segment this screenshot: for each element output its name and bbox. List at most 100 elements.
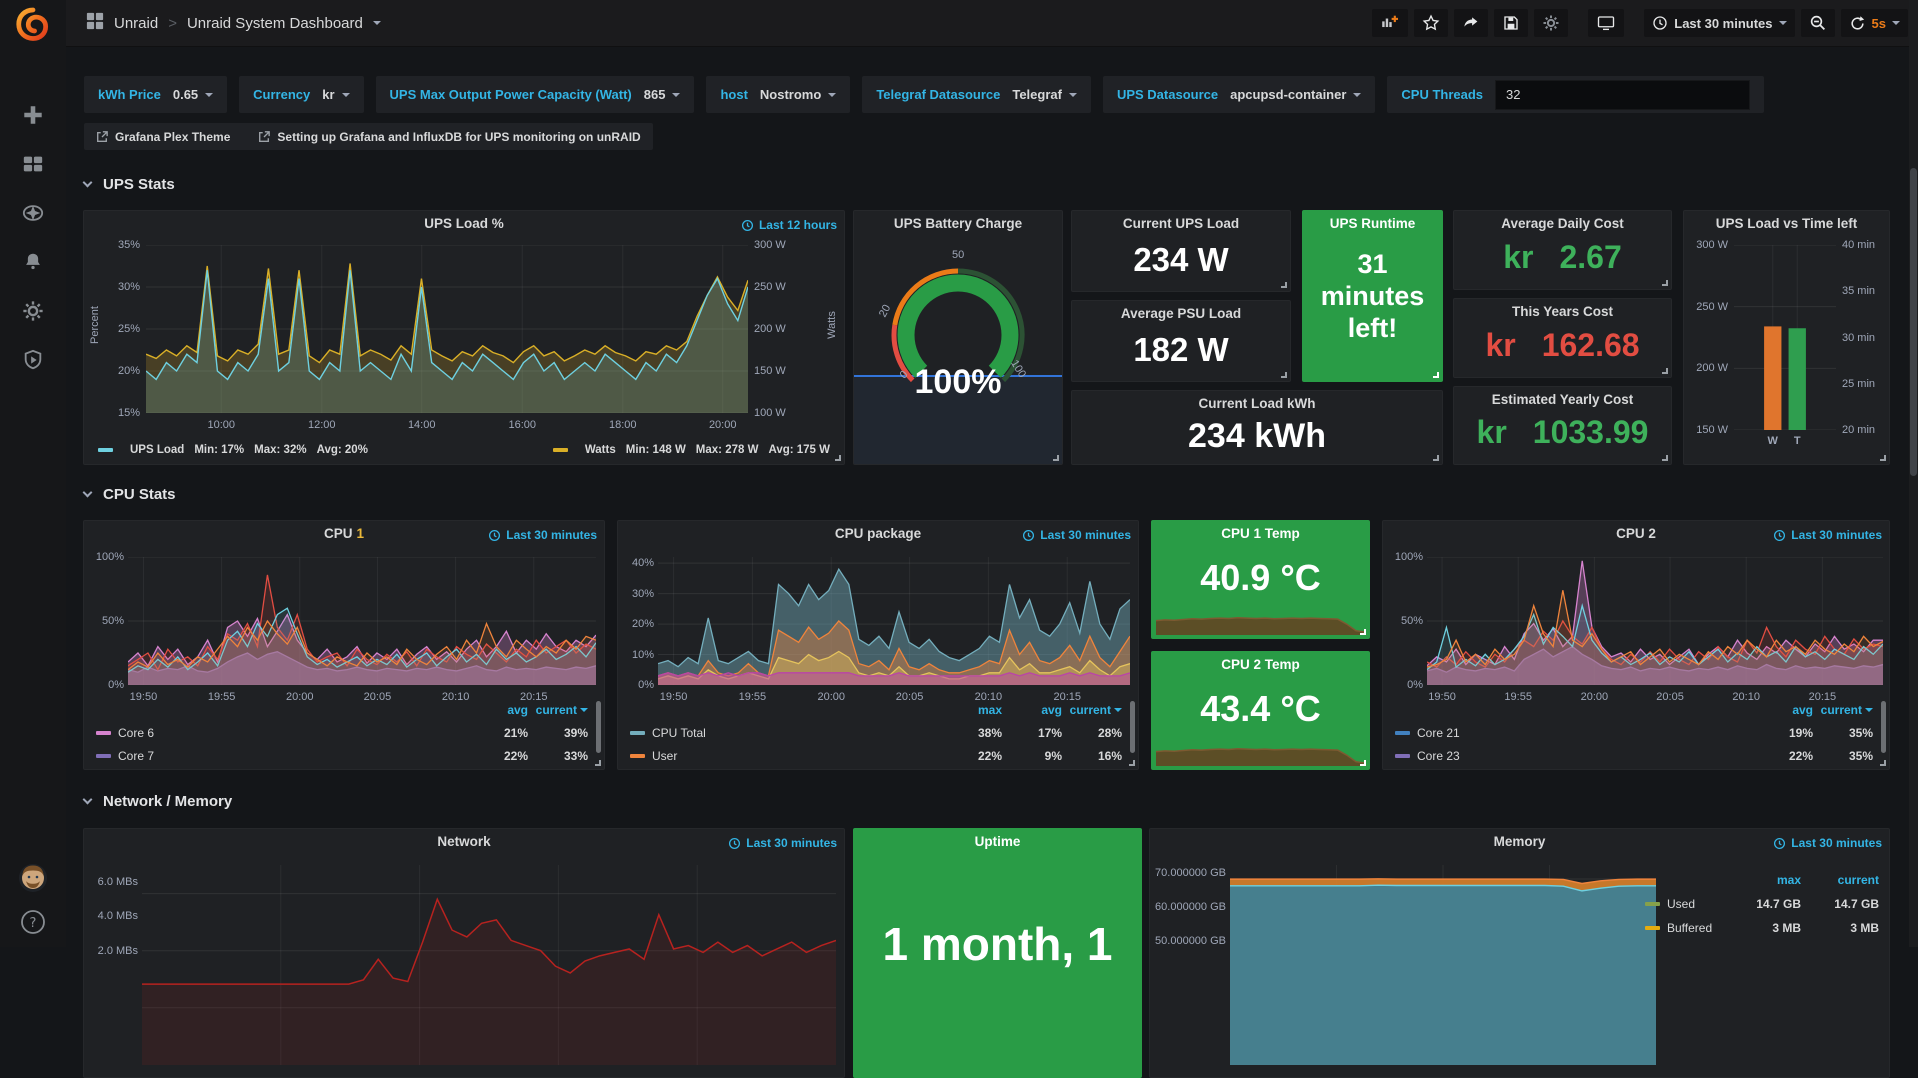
- zoom-out-time-button[interactable]: [1801, 9, 1835, 37]
- panel-timerange-link[interactable]: Last 30 minutes: [1022, 528, 1131, 542]
- variable-value-dropdown[interactable]: apcupsd-container: [1230, 87, 1361, 102]
- network-chart[interactable]: [142, 865, 836, 1065]
- panel-resize-handle[interactable]: [1880, 455, 1886, 461]
- cpu-threads-input[interactable]: [1495, 80, 1750, 110]
- time-range-picker[interactable]: Last 30 minutes: [1644, 9, 1794, 37]
- panel-resize-handle[interactable]: [1360, 629, 1366, 635]
- panel-resize-handle[interactable]: [835, 455, 841, 461]
- cycle-view-mode-button[interactable]: [1588, 9, 1624, 37]
- page-scrollbar-thumb[interactable]: [1910, 168, 1917, 476]
- legend-scrollbar[interactable]: [596, 701, 601, 753]
- legend-series-name[interactable]: Core 23: [1417, 749, 1460, 763]
- legend-swatch[interactable]: [96, 731, 111, 735]
- legend-series-name[interactable]: User: [652, 749, 677, 763]
- variable-value-dropdown[interactable]: Nostromo: [760, 87, 836, 102]
- panel-resize-handle[interactable]: [1662, 280, 1668, 286]
- page-title[interactable]: Unraid System Dashboard: [187, 15, 363, 32]
- panel-resize-handle[interactable]: [1129, 760, 1135, 766]
- server-admin-shield-icon[interactable]: [22, 349, 44, 371]
- link-grafana-plex-theme[interactable]: Grafana Plex Theme: [96, 130, 230, 144]
- panel-resize-handle[interactable]: [1053, 455, 1059, 461]
- panel-timerange-link[interactable]: Last 12 hours: [741, 218, 837, 232]
- refresh-interval-label[interactable]: 5s: [1872, 16, 1886, 31]
- link-ups-monitoring-guide[interactable]: Setting up Grafana and InfluxDB for UPS …: [258, 130, 640, 144]
- configuration-gear-icon[interactable]: [22, 300, 44, 322]
- legend-series-name[interactable]: Buffered: [1667, 921, 1712, 935]
- grafana-logo[interactable]: [14, 6, 52, 44]
- legend-sort-max[interactable]: max: [1723, 873, 1801, 887]
- legend-series-name[interactable]: Core 21: [1417, 726, 1460, 740]
- panel-resize-handle[interactable]: [1360, 760, 1366, 766]
- user-avatar[interactable]: [18, 863, 48, 893]
- legend-swatch[interactable]: [630, 731, 645, 735]
- legend-series-name[interactable]: Core 7: [118, 749, 154, 763]
- ups-load-chart[interactable]: [146, 245, 748, 413]
- dashboards-icon[interactable]: [22, 153, 44, 175]
- legend-series-name[interactable]: CPU Total: [652, 726, 706, 740]
- panel-resize-handle[interactable]: [1281, 282, 1287, 288]
- legend-swatch[interactable]: [96, 754, 111, 758]
- cpu2-chart[interactable]: [1427, 557, 1883, 685]
- legend-sort-current[interactable]: current: [1062, 703, 1122, 717]
- variable-value-dropdown[interactable]: 0.65: [173, 87, 213, 102]
- variable-value-dropdown[interactable]: kr: [322, 87, 349, 102]
- panel-title[interactable]: Estimated Yearly Cost: [1454, 392, 1671, 407]
- legend-series-watts[interactable]: Watts Min: 148 W Max: 278 W Avg: 175 W: [553, 444, 830, 456]
- dashboard-picker-caret-icon[interactable]: [373, 21, 381, 25]
- legend-sort-avg[interactable]: avg: [1753, 703, 1813, 717]
- panel-timerange-link[interactable]: Last 30 minutes: [728, 836, 837, 850]
- legend-series-ups-load[interactable]: UPS Load Min: 17% Max: 32% Avg: 20%: [98, 444, 368, 456]
- row-header-ups-stats[interactable]: UPS Stats: [84, 176, 175, 193]
- create-icon[interactable]: [22, 104, 44, 126]
- panel-resize-handle[interactable]: [1662, 455, 1668, 461]
- legend-scrollbar[interactable]: [1881, 701, 1886, 753]
- legend-series-name[interactable]: Used: [1667, 897, 1695, 911]
- share-dashboard-button[interactable]: [1454, 9, 1488, 37]
- panel-title[interactable]: Uptime: [854, 834, 1141, 849]
- legend-sort-avg[interactable]: avg: [1002, 703, 1062, 717]
- legend-swatch[interactable]: [1645, 926, 1660, 930]
- panel-resize-handle[interactable]: [1433, 455, 1439, 461]
- panel-title[interactable]: This Years Cost: [1454, 304, 1671, 319]
- panel-resize-handle[interactable]: [595, 760, 601, 766]
- legend-scrollbar[interactable]: [1130, 701, 1135, 753]
- refresh-button[interactable]: 5s: [1841, 9, 1908, 37]
- panel-title[interactable]: UPS Battery Charge: [854, 216, 1062, 231]
- dashboard-settings-button[interactable]: [1534, 9, 1568, 37]
- panel-title[interactable]: UPS Load vs Time left: [1684, 216, 1889, 231]
- panel-title[interactable]: Current UPS Load: [1072, 216, 1290, 231]
- legend-swatch[interactable]: [1645, 902, 1660, 906]
- legend-sort-current[interactable]: current: [1801, 873, 1879, 887]
- legend-swatch[interactable]: [1395, 731, 1410, 735]
- refresh-interval-caret-icon[interactable]: [1892, 21, 1900, 25]
- save-dashboard-button[interactable]: [1494, 9, 1528, 37]
- panel-timerange-link[interactable]: Last 30 minutes: [1773, 836, 1882, 850]
- ups-bars-chart[interactable]: [1734, 245, 1836, 430]
- legend-swatch[interactable]: [1395, 754, 1410, 758]
- panel-timerange-link[interactable]: Last 30 minutes: [488, 528, 597, 542]
- star-dashboard-button[interactable]: [1414, 9, 1448, 37]
- panel-resize-handle[interactable]: [1880, 760, 1886, 766]
- legend-sort-avg[interactable]: avg: [468, 703, 528, 717]
- memory-chart[interactable]: [1230, 865, 1656, 1065]
- panel-resize-handle[interactable]: [1281, 372, 1287, 378]
- legend-sort-current[interactable]: current: [528, 703, 588, 717]
- panel-title[interactable]: Current Load kWh: [1072, 396, 1442, 411]
- panel-title[interactable]: CPU 2 Temp: [1152, 657, 1369, 672]
- legend-series-name[interactable]: Core 6: [118, 726, 154, 740]
- panel-title[interactable]: UPS Load %: [84, 216, 844, 231]
- page-scrollbar[interactable]: [1909, 0, 1918, 947]
- cpu-package-chart[interactable]: [658, 557, 1130, 685]
- panel-title[interactable]: CPU 1 Temp: [1152, 526, 1369, 541]
- panel-timerange-link[interactable]: Last 30 minutes: [1773, 528, 1882, 542]
- panel-title[interactable]: Average Daily Cost: [1454, 216, 1671, 231]
- breadcrumb-root[interactable]: Unraid: [114, 15, 158, 32]
- cpu1-chart[interactable]: [128, 557, 596, 685]
- help-icon[interactable]: ?: [20, 909, 46, 935]
- panel-title[interactable]: Average PSU Load: [1072, 306, 1290, 321]
- legend-sort-current[interactable]: current: [1813, 703, 1873, 717]
- row-header-network-memory[interactable]: Network / Memory: [84, 793, 232, 810]
- panel-title[interactable]: UPS Runtime: [1303, 216, 1442, 231]
- legend-swatch[interactable]: [630, 754, 645, 758]
- row-header-cpu-stats[interactable]: CPU Stats: [84, 486, 176, 503]
